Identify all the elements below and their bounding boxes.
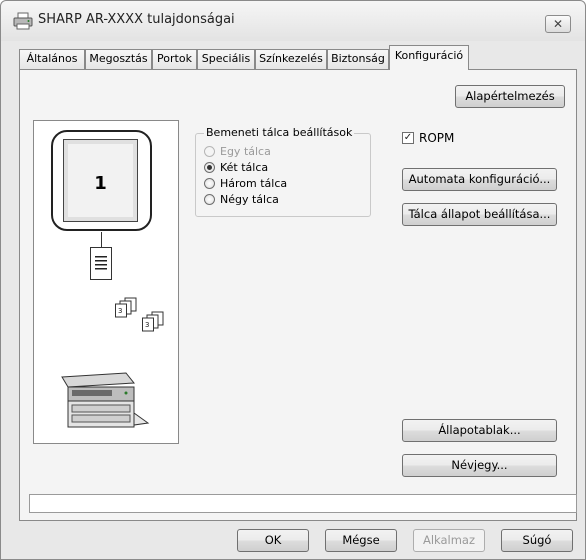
connector-line (101, 232, 102, 247)
tab-specialis[interactable]: Speciális (197, 49, 255, 69)
radio-button[interactable] (204, 146, 215, 157)
tray-state-settings-button[interactable]: Tálca állapot beállítása... (402, 203, 557, 226)
radio-label: Négy tálca (220, 193, 279, 206)
auto-configuration-button[interactable]: Automata konfiguráció... (402, 168, 557, 191)
input-tray-settings-legend: Bemeneti tálca beállítások (204, 126, 355, 139)
radio-label: Három tálca (220, 177, 288, 190)
radio-button[interactable] (204, 194, 215, 205)
radio-label: Két tálca (220, 161, 269, 174)
input-tray-settings-group: Bemeneti tálca beállítások Egy tálca Két… (195, 126, 371, 217)
svg-text:3: 3 (145, 321, 149, 329)
tab-portok[interactable]: Portok (152, 49, 197, 69)
status-bar (29, 494, 577, 513)
collated-sets-icon: 33 (115, 297, 164, 332)
ok-button[interactable]: OK (237, 529, 309, 552)
ropm-label: ROPM (419, 131, 455, 145)
copier-machine-icon (61, 372, 150, 428)
apply-button[interactable]: Alkalmaz (413, 529, 485, 552)
window-title: SHARP AR-XXXX tulajdonságai (38, 12, 235, 27)
close-icon: ✕ (552, 17, 564, 31)
tab-megosztas[interactable]: Megosztás (85, 49, 152, 69)
printer-icon (13, 12, 33, 30)
tray-graphic: 1 (51, 130, 152, 231)
tab-szinkezeles[interactable]: Színkezelés (255, 49, 327, 69)
document-icon (90, 247, 112, 280)
title-bar: SHARP AR-XXXX tulajdonságai ✕ (1, 1, 585, 41)
status-window-button[interactable]: Állapotablak... (402, 419, 557, 442)
ropm-checkbox[interactable]: ✓ (402, 132, 414, 144)
tab-biztonsag[interactable]: Biztonság (327, 49, 389, 69)
defaults-button[interactable]: Alapértelmezés (455, 85, 565, 108)
help-button[interactable]: Súgó (501, 529, 573, 552)
radio-button[interactable] (204, 178, 215, 189)
paper-sheet-graphic: 1 (63, 139, 138, 222)
radio-button[interactable] (204, 162, 215, 173)
svg-text:3: 3 (118, 307, 122, 315)
radio-label: Egy tálca (220, 145, 271, 158)
cancel-button[interactable]: Mégse (325, 529, 397, 552)
printer-properties-dialog: SHARP AR-XXXX tulajdonságai ✕ Általános … (0, 0, 586, 560)
tray-number: 1 (94, 173, 107, 194)
about-button[interactable]: Névjegy... (402, 454, 557, 477)
printer-configuration-preview: 1 33 (33, 120, 179, 444)
close-button[interactable]: ✕ (545, 15, 571, 33)
tab-altalanos[interactable]: Általános (19, 49, 85, 69)
tab-konfiguracio[interactable]: Konfiguráció (389, 45, 469, 70)
